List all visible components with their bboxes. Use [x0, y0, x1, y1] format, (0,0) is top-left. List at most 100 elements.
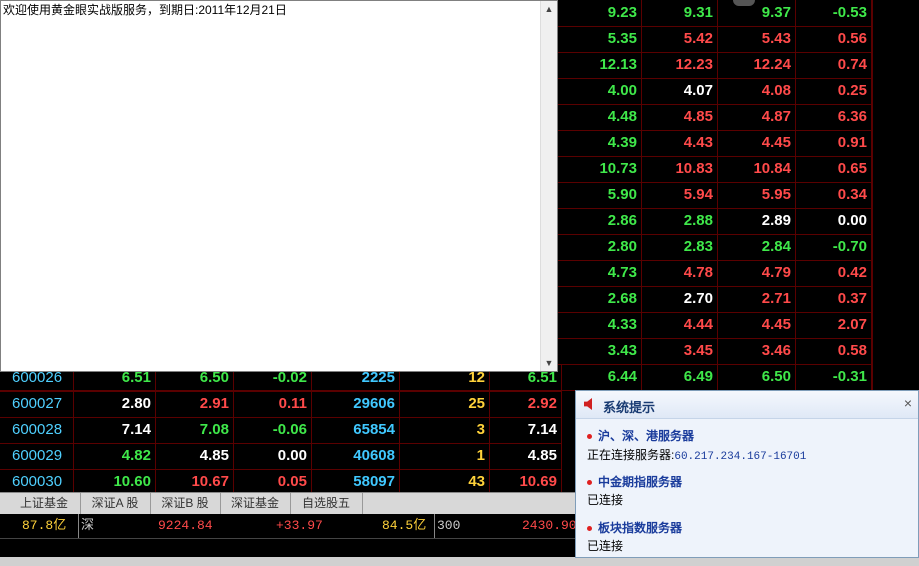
scroll-up-icon[interactable]: ▲ — [543, 3, 555, 15]
scroll-down-icon[interactable]: ▼ — [543, 357, 555, 369]
index-market-1: 深 — [78, 514, 94, 538]
bullet-icon — [587, 434, 592, 440]
quote-cell: 4.43 — [642, 130, 718, 156]
quote-cell: 4.08 — [718, 78, 796, 104]
quote-cell: 12.24 — [718, 52, 796, 78]
system-notice-header: 系统提示 × — [576, 391, 918, 419]
quote-cell: 0.25 — [796, 78, 872, 104]
quote-cell: 5.43 — [718, 26, 796, 52]
system-notice-title: 系统提示 — [603, 400, 656, 415]
index-amount-1: 87.8亿 — [22, 518, 67, 533]
quote-cell: 3.46 — [718, 338, 796, 364]
quote-cell: 2.80 — [74, 391, 156, 417]
quote-cell: 4.85 — [642, 104, 718, 130]
welcome-message: 欢迎使用黄金眼实战版服务，到期日:2011年12月21日 — [3, 3, 287, 17]
bullet-icon — [587, 480, 592, 486]
server-ip: 60.217.234.167-16701 — [674, 451, 807, 463]
tab-sh-fund[interactable]: 上证基金 — [8, 493, 81, 514]
table-row[interactable]: 600028 7.14 7.08 -0.06 65854 3 7.14 — [0, 417, 562, 444]
quote-cell: 4.45 — [718, 312, 796, 338]
quote-cell: 4.44 — [642, 312, 718, 338]
server-sector-status: 已连接 — [587, 539, 624, 553]
welcome-popup: 欢迎使用黄金眼实战版服务，到期日:2011年12月21日 ▲ ▼ — [0, 0, 558, 372]
server-cffex-status: 已连接 — [587, 493, 624, 507]
quote-cell: 2.89 — [718, 208, 796, 234]
quote-cell: -0.70 — [796, 234, 872, 260]
quote-cell: 5.42 — [642, 26, 718, 52]
quote-cell: 0.11 — [234, 391, 312, 417]
quote-cell: 10.84 — [718, 156, 796, 182]
tab-watchlist-5[interactable]: 自选股五 — [290, 493, 363, 514]
speaker-icon — [584, 398, 592, 410]
quote-cell: 5.94 — [642, 182, 718, 208]
quote-cell: 2.80 — [562, 234, 642, 260]
server-cffex-title: 中金期指服务器 — [587, 473, 682, 490]
tab-sz-a[interactable]: 深证A 股 — [80, 493, 151, 514]
close-icon[interactable]: × — [904, 395, 912, 411]
quote-cell: 4.45 — [718, 130, 796, 156]
quote-cell: 0.00 — [796, 208, 872, 234]
quote-cell: 9.23 — [562, 0, 642, 26]
quote-cell: 4.07 — [642, 78, 718, 104]
quote-cell: 2.92 — [490, 391, 562, 417]
quote-cell: 4.79 — [718, 260, 796, 286]
quote-cell: 3.45 — [642, 338, 718, 364]
quote-cell: 12.13 — [562, 52, 642, 78]
quote-cell: 0.37 — [796, 286, 872, 312]
stock-code: 600027 — [0, 391, 74, 417]
quote-cell: -0.06 — [234, 417, 312, 443]
quote-cell: 12.23 — [642, 52, 718, 78]
server-sector-title: 板块指数服务器 — [587, 519, 682, 536]
stock-code: 600028 — [0, 417, 74, 443]
quote-cell: 6.49 — [642, 364, 718, 390]
index-value-1: 9224.84 — [158, 518, 213, 533]
quote-cell: 10.73 — [562, 156, 642, 182]
quote-cell: 3.43 — [562, 338, 642, 364]
quote-cell: 6.50 — [718, 364, 796, 390]
table-row[interactable]: 600027 2.80 2.91 0.11 29606 25 2.92 — [0, 391, 562, 418]
quote-cell: 0.91 — [796, 130, 872, 156]
quote-cell: 9.37 — [718, 0, 796, 26]
quote-cell: 0.00 — [234, 443, 312, 469]
quote-cell: 0.58 — [796, 338, 872, 364]
quote-cell: 4.48 — [562, 104, 642, 130]
quote-cell: 6.44 — [562, 364, 642, 390]
quote-cell: 2.86 — [562, 208, 642, 234]
stock-code: 600029 — [0, 443, 74, 469]
quote-cell: -0.53 — [796, 0, 872, 26]
quote-cell: 2.71 — [718, 286, 796, 312]
quote-cell: 2.07 — [796, 312, 872, 338]
quote-cell: 9.31 — [642, 0, 718, 26]
tab-sz-fund[interactable]: 深证基金 — [220, 493, 291, 514]
quote-cell: 6.36 — [796, 104, 872, 130]
bullet-icon — [587, 526, 592, 532]
quote-cell: 2.91 — [156, 391, 234, 417]
quote-cell: 5.90 — [562, 182, 642, 208]
tab-sz-b[interactable]: 深证B 股 — [150, 493, 221, 514]
quote-cell: 5.95 — [718, 182, 796, 208]
quote-cell: 4.85 — [156, 443, 234, 469]
index-value-2: 2430.90 — [522, 518, 577, 533]
quote-cell: -0.31 — [796, 364, 872, 390]
table-row[interactable]: 600029 4.82 4.85 0.00 40608 1 4.85 — [0, 443, 562, 470]
quote-cell: 4.85 — [490, 443, 562, 469]
quote-cell: 29606 — [312, 391, 400, 417]
quote-cell: 7.14 — [490, 417, 562, 443]
index-market-2: 300 — [434, 514, 460, 538]
quote-cell: 3 — [400, 417, 490, 443]
quote-cell: 2.68 — [562, 286, 642, 312]
quote-cell: 25 — [400, 391, 490, 417]
quote-cell: 7.14 — [74, 417, 156, 443]
quote-cell: 4.39 — [562, 130, 642, 156]
quote-cell: 4.00 — [562, 78, 642, 104]
quote-cell: 2.70 — [642, 286, 718, 312]
server-sh-sz-hk-title: 沪、深、港服务器 — [587, 427, 694, 444]
quote-cell: 4.82 — [74, 443, 156, 469]
quote-cell: 5.35 — [562, 26, 642, 52]
bottom-edge — [0, 557, 919, 566]
quote-cell: 1 — [400, 443, 490, 469]
quote-cell: 4.78 — [642, 260, 718, 286]
quote-cell: 0.74 — [796, 52, 872, 78]
welcome-scrollbar[interactable]: ▲ ▼ — [540, 1, 557, 371]
system-notice-panel: 系统提示 × 沪、深、港服务器 正在连接服务器:60.217.234.167-1… — [575, 390, 919, 558]
